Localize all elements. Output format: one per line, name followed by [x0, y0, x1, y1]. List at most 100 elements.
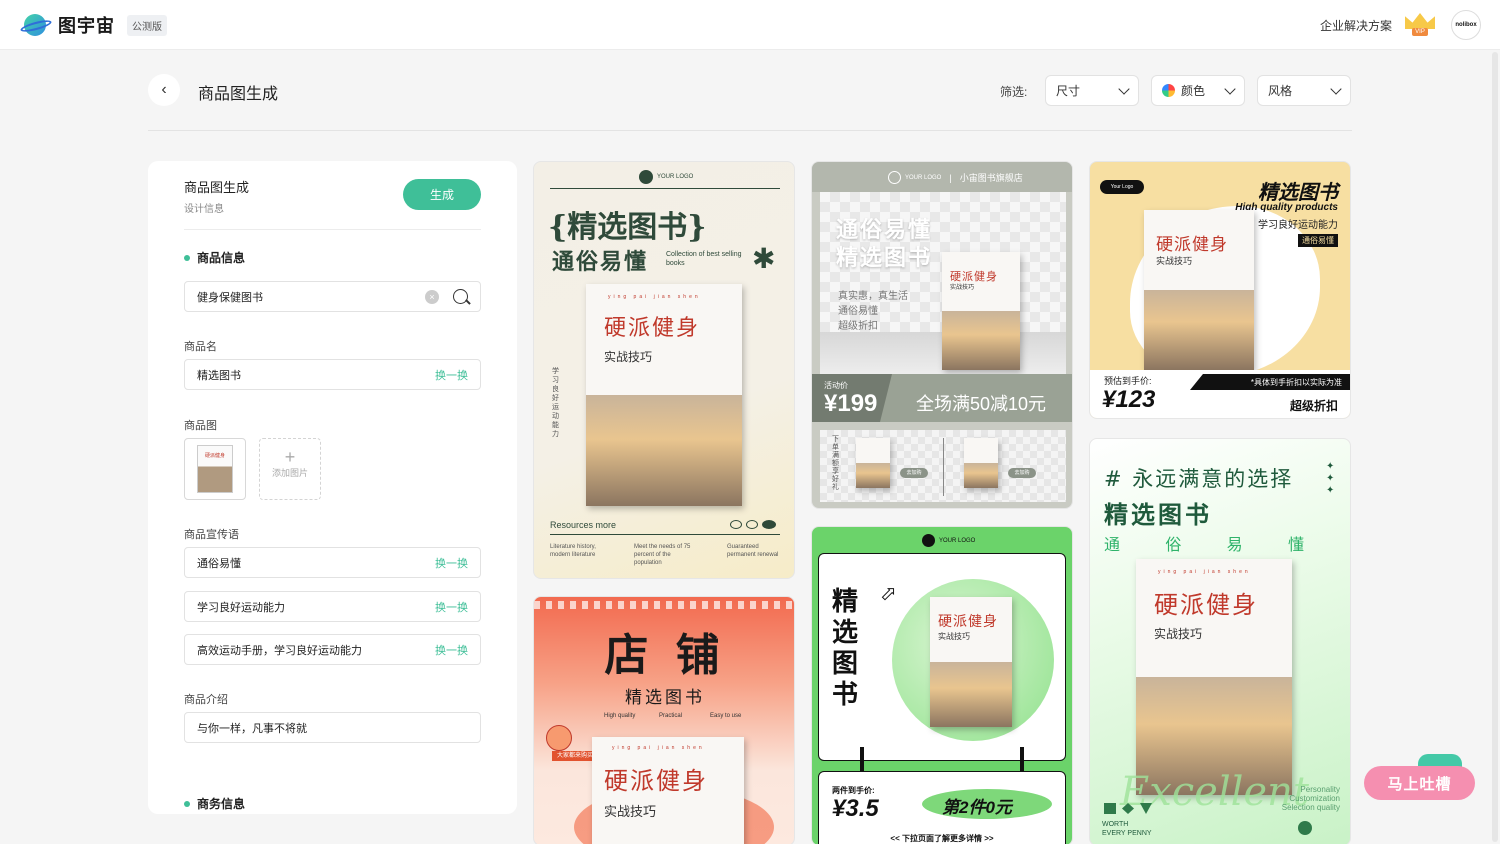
generate-button[interactable]: 生成: [403, 179, 481, 210]
tag-badge: 通俗易懂: [1298, 234, 1338, 247]
gift-icons: [1104, 803, 1152, 814]
filter-label: 筛选:: [1000, 85, 1028, 99]
promo-text: 全场满50减10元: [916, 394, 1047, 414]
beta-badge: 公测版: [127, 14, 167, 36]
planet-logo-icon: [19, 12, 53, 38]
section-product-info: 商品信息: [184, 249, 245, 266]
style-filter-dropdown[interactable]: 风格: [1257, 75, 1351, 106]
book-cover-image: [856, 438, 890, 488]
page-scrollbar[interactable]: [1492, 52, 1498, 842]
card-headline: {精选图书}: [548, 210, 707, 245]
gift-icon: [1104, 803, 1116, 814]
logo-icon: [922, 534, 935, 547]
price: ¥199: [824, 390, 878, 417]
color-filter-dropdown[interactable]: 颜色: [1151, 75, 1245, 106]
swap-button[interactable]: 换一换: [435, 555, 468, 571]
app-logo[interactable]: 图宇宙 公测版: [19, 12, 167, 38]
promo-text: 第2件0元: [942, 798, 1012, 817]
panel-divider: [184, 229, 481, 230]
back-button[interactable]: ‹: [148, 74, 180, 106]
card-subheadline: 通俗易懂: [552, 249, 649, 275]
logo-badge: YOUR LOGO: [639, 170, 693, 184]
header-divider: [148, 130, 1352, 131]
add-to-cart-button[interactable]: 去加购: [1008, 468, 1036, 478]
slogan-field[interactable]: 高效运动手册，学习良好运动能力 换一换: [184, 634, 481, 665]
book-cover-image: ying pai jian shen 硬派健身 实战技巧: [586, 284, 742, 506]
user-avatar[interactable]: nolibox: [1451, 10, 1481, 40]
card-headline: 店 铺: [604, 630, 726, 681]
result-card-3[interactable]: Your Logo 精选图书 High quality products 学习良…: [1089, 161, 1351, 419]
logo-icon: [1298, 821, 1312, 835]
intro-field[interactable]: 与你一样，凡事不将就: [184, 712, 481, 743]
product-name-field[interactable]: 精选图书 换一换: [184, 359, 481, 390]
logo-badge: YOUR LOGO: [922, 534, 975, 547]
book-cover-image: 硬派健身: [197, 445, 233, 493]
search-icon[interactable]: [453, 289, 468, 304]
book-cover-image: ying pai jian shen 硬派健身 实战技巧: [592, 737, 744, 844]
vip-crown-icon[interactable]: VIP: [1405, 13, 1435, 37]
vertical-text: 学习良好运动能力: [552, 368, 559, 438]
shop-header: YOUR LOGO | 小宙图书旗舰店: [888, 171, 1023, 184]
product-search-input[interactable]: 健身保健图书 ×: [184, 281, 481, 312]
en-caption: Personality Customization Selection qualit…: [1281, 785, 1340, 812]
chevron-down-icon: [1330, 82, 1342, 95]
enterprise-solutions-link[interactable]: 企业解决方案: [1320, 17, 1392, 34]
cursor-icon: ⬀: [880, 583, 897, 605]
section-business-info: 商务信息: [184, 795, 245, 812]
page-title: 商品图生成: [198, 86, 279, 103]
card-en-caption: Collection of best selling books: [666, 251, 742, 267]
globe-icons: [730, 520, 776, 529]
color-wheel-icon: [1162, 84, 1175, 97]
panel-subtitle: 设计信息: [184, 204, 224, 215]
headline-letters: 通俗易懂: [1104, 535, 1304, 554]
top-bar: 图宇宙 公测版 企业解决方案 VIP nolibox: [0, 0, 1500, 50]
gem-icon: [1122, 803, 1134, 814]
result-card-2[interactable]: YOUR LOGO | 小宙图书旗舰店 通俗易懂 精选图书 真实惠，真生活 通俗易…: [811, 161, 1073, 509]
sparkle-icon: ✦ ✦ ✦: [1326, 461, 1335, 496]
app-name: 图宇宙: [58, 16, 115, 36]
asterisk-icon: ✱: [752, 243, 776, 274]
clear-icon[interactable]: ×: [425, 289, 439, 304]
product-image-thumbnail[interactable]: 硬派健身: [184, 438, 246, 500]
plus-icon: +: [284, 447, 296, 467]
product-image-label: 商品图: [184, 420, 217, 432]
card-subheadline: 精选图书: [625, 688, 705, 708]
slogan-label: 商品宣传语: [184, 529, 239, 541]
swap-button[interactable]: 换一换: [435, 642, 468, 658]
logo-badge: Your Logo: [1100, 180, 1144, 194]
book-cover-image: ying pai jian shen 硬派健身 实战技巧: [1136, 559, 1292, 795]
chevron-down-icon: [1224, 82, 1236, 95]
chevron-down-icon: [1118, 82, 1130, 95]
form-panel: 商品图生成 设计信息 生成 商品信息 健身保健图书 × 商品名 精选图书 换一换…: [148, 161, 517, 814]
swap-button[interactable]: 换一换: [435, 367, 468, 383]
slogan-field[interactable]: 通俗易懂 换一换: [184, 547, 481, 578]
price: ¥3.5: [832, 795, 879, 822]
card-headline: 精选图书: [1258, 182, 1338, 204]
feature-list: 真实惠，真生活 通俗易懂 超级折扣: [838, 291, 908, 332]
result-card-1[interactable]: YOUR LOGO {精选图书} 通俗易懂 Collection of best…: [533, 161, 795, 579]
logo-icon: [888, 171, 901, 184]
card-headline: # 永远满意的选择: [1104, 467, 1294, 491]
vertical-headline: 精选图书: [832, 587, 859, 710]
result-card-4[interactable]: 店 铺 精选图书 High quality Practical Easy to …: [533, 596, 795, 844]
book-cover-image: [964, 438, 998, 488]
price: ¥123: [1102, 386, 1156, 413]
resources-label: Resources more: [550, 520, 617, 530]
size-filter-dropdown[interactable]: 尺寸: [1045, 75, 1139, 106]
add-to-cart-button[interactable]: 去加购: [900, 468, 928, 478]
result-card-5[interactable]: YOUR LOGO 精选图书 ⬀ 硬派健身 实战技巧 两件到手价: ¥3.5 第…: [811, 526, 1073, 844]
result-card-6[interactable]: # 永远满意的选择 精选图书 通俗易懂 ✦ ✦ ✦ ying pai jian sh…: [1089, 438, 1351, 844]
book-cover-image: 硬派健身 实战技巧: [942, 252, 1020, 370]
smile-icon: [546, 725, 572, 751]
intro-label: 商品介绍: [184, 694, 228, 706]
logo-icon: [639, 170, 653, 184]
card-subheadline: 精选图书: [1104, 500, 1212, 529]
panel-title: 商品图生成: [184, 180, 250, 195]
add-image-button[interactable]: + 添加图片: [259, 438, 321, 500]
book-cover-image: 硬派健身 实战技巧: [1144, 210, 1254, 370]
feedback-button[interactable]: 马上吐槽: [1364, 766, 1475, 800]
more-details-link[interactable]: << 下拉页面了解更多详情 >>: [818, 833, 1066, 844]
slogan-field[interactable]: 学习良好运动能力 换一换: [184, 591, 481, 622]
diamond-icon: [1140, 803, 1152, 814]
swap-button[interactable]: 换一换: [435, 599, 468, 615]
